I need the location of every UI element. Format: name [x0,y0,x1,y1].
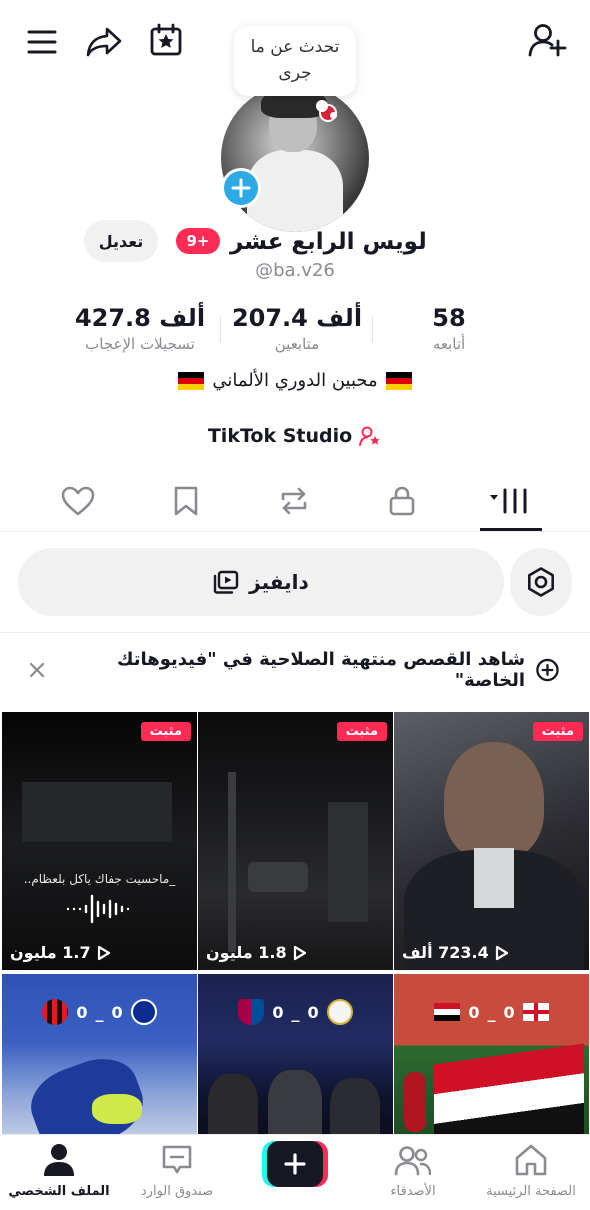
stories-banner-text: شاهد القصص منتهية الصلاحية في "فيديوهاتك… [116,649,526,691]
video-tile[interactable]: مثبت 1.8 مليون [198,712,393,970]
tab-saved[interactable] [156,476,216,526]
edit-profile-button[interactable]: تعديل [84,220,158,262]
add-avatar-button[interactable] [221,168,261,208]
bio: محبين الدوري الألماني [0,370,590,391]
real-madrid-crest-icon [326,999,353,1025]
scoreboard: 0 _ 0 [198,992,393,1032]
england-flag-icon [522,1003,549,1021]
pinned-badge: مثبت [532,722,583,741]
ac-milan-crest-icon [42,999,69,1025]
video-thumbnail [228,772,236,952]
share-icon[interactable] [82,20,126,64]
waveform-icon [66,894,130,924]
home-icon [515,1144,547,1176]
stat-following[interactable]: 58 أتابعه [404,302,494,354]
tab-private[interactable] [372,476,432,526]
divider [0,632,590,633]
nav-profile[interactable]: الملف الشخصي [4,1142,114,1199]
likes-label: تسجيلات الإعجاب [85,335,195,353]
nav-inbox[interactable]: صندوق الوارد [122,1142,232,1199]
barcelona-crest-icon [238,999,265,1025]
lock-icon [389,486,415,516]
tab-videos[interactable] [480,476,540,526]
inbox-icon [162,1145,192,1174]
divider [0,531,590,532]
video-tile[interactable]: 0 _ 0 [2,974,197,1144]
nav-friends[interactable]: الأصدقاء [358,1142,468,1199]
plus-icon [284,1153,306,1175]
avatar[interactable] [221,84,369,232]
settings-button[interactable] [510,548,572,616]
calendar-star-icon[interactable] [144,18,188,62]
create-button[interactable] [262,1141,328,1187]
video-caption: _ماحسيت جفاك ياكل بلعظام.. [23,872,176,886]
followers-count: 207.4 ألف [231,304,363,332]
video-tile[interactable]: 0 _ 0 [394,974,589,1144]
video-tile[interactable]: _ماحسيت جفاك ياكل بلعظام.. مثبت 1.7 مليو… [2,712,197,970]
pinned-badge: مثبت [336,722,387,741]
nav-profile-label: الملف الشخصي [8,1184,110,1199]
bio-text: محبين الدوري الألماني [212,370,378,391]
close-icon[interactable] [22,648,52,692]
iraq-flag-icon [434,1003,461,1021]
inter-crest-icon [130,999,157,1025]
add-friend-icon[interactable] [524,18,570,62]
heart-icon [61,486,95,516]
tiktok-studio-link[interactable]: TikTok Studio [0,424,590,448]
bookmark-icon [174,486,198,516]
nav-home[interactable]: الصفحة الرئيسية [476,1142,586,1199]
play-icon [293,945,306,960]
germany-flag-icon [178,371,205,390]
notification-badge[interactable]: 9+ [176,228,220,254]
stat-divider [220,316,221,342]
following-count: 58 [432,304,466,332]
gear-icon [528,567,554,597]
playlist-label: دايفيز [249,570,309,594]
profile-icon [44,1144,74,1176]
likes-count: 427.8 ألف [74,304,206,332]
story-add-icon [536,658,559,682]
video-tile[interactable]: 0 _ 0 [198,974,393,1144]
friends-icon [394,1146,432,1176]
followers-label: متابعين [274,335,320,353]
display-name: لويس الرابع عشر [230,229,427,255]
nav-friends-label: الأصدقاء [390,1184,436,1199]
view-count: 723.4 ألف [402,943,509,962]
nav-home-label: الصفحة الرئيسية [486,1184,576,1199]
menu-icon[interactable] [22,22,62,62]
video-tile[interactable]: مثبت 723.4 ألف [394,712,589,970]
germany-flag-icon [385,371,412,390]
status-bubble-text: تحدث عن ما جرى [250,37,340,83]
playlist-icon [213,570,239,594]
plus-icon [231,178,251,198]
pinned-badge: مثبت [140,722,191,741]
play-icon [495,945,508,960]
display-name-row[interactable]: لويس الرابع عشر [222,222,427,262]
play-icon [97,945,110,960]
studio-label: TikTok Studio [207,425,353,447]
view-count: 1.7 مليون [10,943,111,962]
creator-star-icon [359,426,380,446]
video-thumbnail [22,782,172,842]
view-count: 1.8 مليون [206,943,307,962]
status-bubble[interactable]: تحدث عن ما جرى [234,26,356,119]
username: @ba.v26 [255,260,335,281]
repost-icon [281,487,307,515]
tab-liked[interactable] [48,476,108,526]
stories-banner[interactable]: شاهد القصص منتهية الصلاحية في "فيديوهاتك… [60,646,560,694]
nav-inbox-label: صندوق الوارد [140,1184,214,1199]
scoreboard: 0 _ 0 [394,992,589,1032]
stat-followers[interactable]: 207.4 ألف متابعين [222,302,372,354]
videos-grid-icon [490,488,527,514]
playlist-button[interactable]: دايفيز [18,548,504,616]
scoreboard: 0 _ 0 [2,992,197,1032]
stat-likes[interactable]: 427.8 ألف تسجيلات الإعجاب [60,302,220,354]
following-label: أتابعه [432,335,466,353]
stat-divider [372,316,373,342]
tab-reposts[interactable] [264,476,324,526]
video-thumbnail [444,742,544,860]
